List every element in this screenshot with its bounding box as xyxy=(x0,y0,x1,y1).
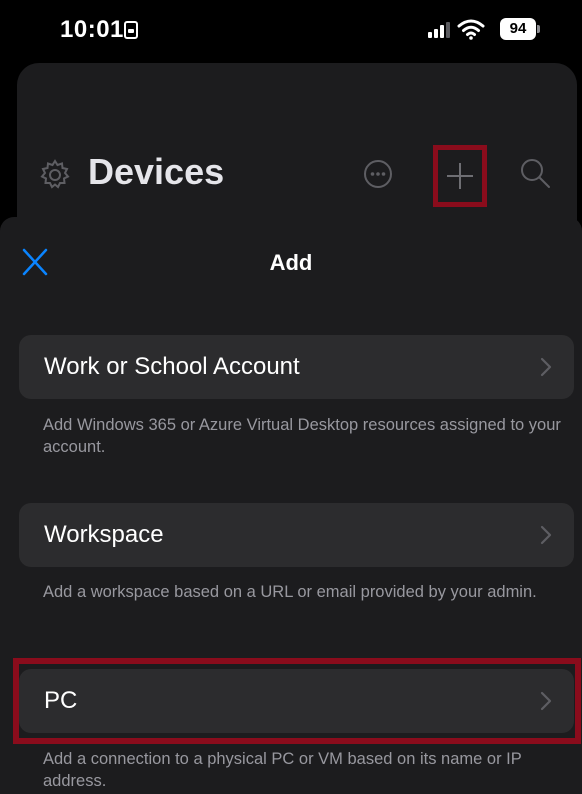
work-or-school-account-option[interactable]: Work or School Account xyxy=(19,335,574,399)
more-icon[interactable] xyxy=(362,158,394,190)
option-description: Add a connection to a physical PC or VM … xyxy=(43,750,522,790)
page-title: Devices xyxy=(88,151,225,192)
status-time: 10:01 xyxy=(60,16,124,43)
pc-option-highlight xyxy=(13,658,581,744)
signal-icon xyxy=(428,22,450,38)
search-icon[interactable] xyxy=(519,157,551,189)
add-button[interactable] xyxy=(433,145,487,207)
option-description: Add Windows 365 or Azure Virtual Desktop… xyxy=(43,416,561,456)
chevron-right-icon xyxy=(540,525,552,545)
chevron-right-icon xyxy=(540,357,552,377)
workspace-option[interactable]: Workspace xyxy=(19,503,574,567)
battery-icon: 94 xyxy=(500,18,540,40)
wifi-icon xyxy=(457,19,485,40)
status-bar: 10:01 94 xyxy=(0,0,582,60)
plus-icon xyxy=(447,163,473,189)
option-label: Workspace xyxy=(44,521,164,548)
sheet-title: Add xyxy=(269,250,313,275)
status-badge-icon xyxy=(124,21,138,39)
option-label: Work or School Account xyxy=(44,353,300,380)
gear-icon[interactable] xyxy=(38,158,72,192)
option-description: Add a workspace based on a URL or email … xyxy=(43,583,537,601)
